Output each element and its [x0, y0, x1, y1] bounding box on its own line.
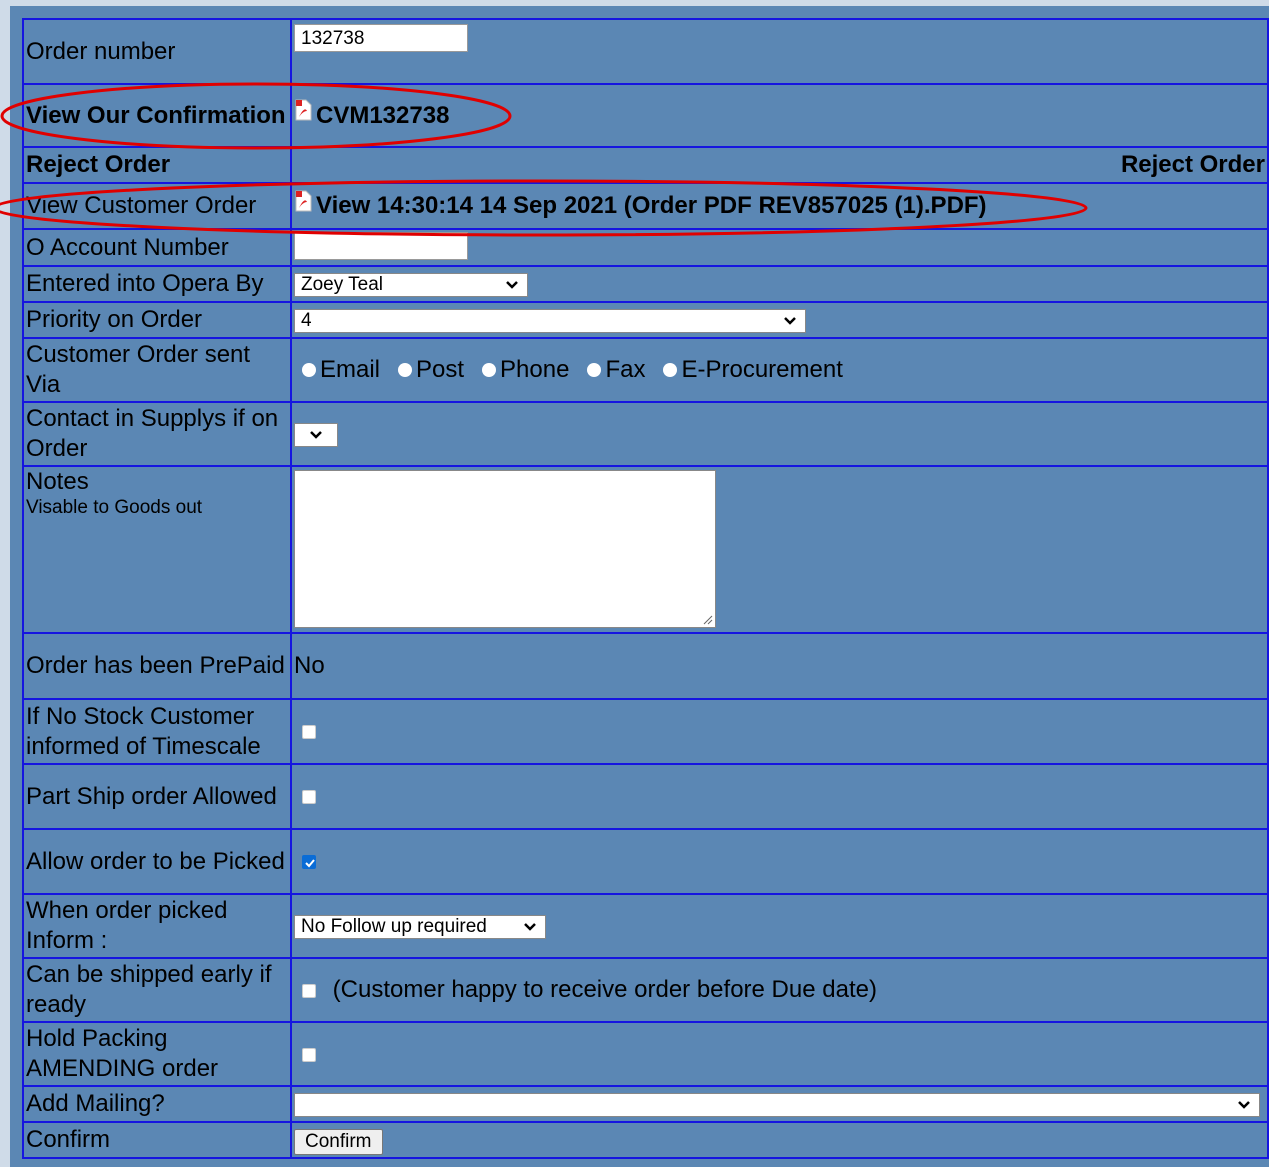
radio-phone-label: Phone [500, 356, 570, 383]
hold-packing-label: Hold Packing AMENDING order [22, 1021, 292, 1087]
radio-email-label: Email [320, 356, 381, 383]
row-o-account-number: O Account Number [22, 228, 1269, 267]
row-view-confirmation: View Our Confirmation CVM132738 [22, 83, 1269, 148]
confirm-button[interactable]: Confirm [294, 1129, 383, 1155]
priority-value: 4 [301, 309, 312, 331]
checkmark-icon [305, 859, 315, 868]
chevron-down-icon [310, 430, 322, 439]
allow-picked-label: Allow order to be Picked [22, 828, 292, 895]
row-order-number: Order number 132738 [22, 18, 1269, 85]
pdf-icon [295, 99, 312, 121]
radio-post-label: Post [416, 356, 465, 383]
row-when-picked: When order picked Inform : No Follow up … [22, 893, 1269, 959]
when-picked-value: No Follow up required [301, 915, 487, 937]
customer-order-link[interactable]: View 14:30:14 14 Sep 2021 (Order PDF REV… [294, 190, 987, 219]
radio-fax[interactable]: Fax [587, 355, 645, 385]
reject-order-link[interactable]: Reject Order [1121, 151, 1265, 178]
order-number-label: Order number [22, 18, 292, 85]
when-picked-label: When order picked Inform : [22, 893, 292, 959]
add-mailing-label: Add Mailing? [22, 1085, 292, 1123]
row-allow-picked: Allow order to be Picked [22, 828, 1269, 895]
row-hold-packing: Hold Packing AMENDING order [22, 1021, 1269, 1087]
reject-order-cell: Reject Order [290, 146, 1269, 184]
chevron-down-icon [784, 316, 796, 325]
notes-sublabel: Visable to Goods out [26, 497, 203, 518]
entered-by-label: Entered into Opera By [22, 265, 292, 303]
hold-packing-checkbox[interactable] [302, 1047, 316, 1062]
prepaid-label: Order has been PrePaid [22, 632, 292, 700]
priority-label: Priority on Order [22, 301, 292, 339]
row-notes: Notes Visable to Goods out [22, 465, 1269, 634]
row-ship-early: Can be shipped early if ready (Customer … [22, 957, 1269, 1023]
sent-via-radio-group: Email Post Phone Fax E-Procurement [294, 355, 1265, 385]
sent-via-label: Customer Order sent Via [22, 337, 292, 403]
row-entered-by: Entered into Opera By Zoey Teal [22, 265, 1269, 303]
order-form: Order number 132738 View Our Confirmatio… [22, 18, 1269, 1159]
radio-post[interactable]: Post [398, 355, 464, 385]
no-stock-informed-checkbox[interactable] [302, 725, 316, 740]
when-picked-select[interactable]: No Follow up required [294, 914, 546, 939]
radio-button[interactable] [302, 363, 316, 377]
view-customer-order-cell: View 14:30:14 14 Sep 2021 (Order PDF REV… [290, 182, 1269, 230]
radio-email[interactable]: Email [302, 355, 380, 385]
ship-early-label: Can be shipped early if ready [22, 957, 292, 1023]
view-customer-order-label: View Customer Order [22, 182, 292, 230]
entered-by-value: Zoey Teal [301, 273, 384, 295]
row-no-stock-informed: If No Stock Customer informed of Timesca… [22, 698, 1269, 765]
part-ship-checkbox[interactable] [302, 790, 316, 805]
o-account-number-input[interactable] [294, 231, 468, 260]
confirm-label: Confirm [22, 1121, 292, 1159]
radio-button[interactable] [663, 363, 678, 377]
customer-order-link-text: View 14:30:14 14 Sep 2021 (Order PDF REV… [316, 192, 987, 219]
radio-e-procurement[interactable]: E-Procurement [663, 355, 843, 385]
contact-supplys-select[interactable] [294, 422, 338, 447]
row-view-customer-order: View Customer Order View 14:30:14 14 Sep… [22, 182, 1269, 230]
contact-supplys-label: Contact in Supplys if on Order [22, 401, 292, 467]
radio-fax-label: Fax [605, 356, 646, 383]
row-part-ship: Part Ship order Allowed [22, 763, 1269, 830]
confirmation-link[interactable]: CVM132738 [294, 99, 450, 129]
row-reject-order: Reject Order Reject Order [22, 146, 1269, 184]
radio-button[interactable] [482, 363, 497, 377]
view-confirmation-cell: CVM132738 [290, 83, 1269, 148]
radio-phone[interactable]: Phone [482, 355, 569, 385]
confirmation-link-text: CVM132738 [316, 101, 450, 129]
radio-button[interactable] [398, 363, 413, 377]
row-contact-supplys: Contact in Supplys if on Order [22, 401, 1269, 467]
resize-handle-icon[interactable] [701, 613, 713, 625]
row-priority: Priority on Order 4 [22, 301, 1269, 339]
row-prepaid: Order has been PrePaid No [22, 632, 1269, 700]
entered-by-select[interactable]: Zoey Teal [294, 272, 528, 297]
chevron-down-icon [1238, 1100, 1250, 1109]
notes-label-cell: Notes Visable to Goods out [22, 465, 292, 634]
row-confirm: Confirm Confirm [22, 1121, 1269, 1159]
add-mailing-select[interactable] [294, 1092, 1260, 1117]
part-ship-label: Part Ship order Allowed [22, 763, 292, 830]
radio-button[interactable] [587, 363, 602, 377]
notes-label: Notes [26, 468, 89, 495]
ship-early-note: (Customer happy to receive order before … [332, 976, 877, 1003]
ship-early-checkbox[interactable] [302, 983, 316, 998]
no-stock-informed-label: If No Stock Customer informed of Timesca… [22, 698, 292, 765]
priority-select[interactable]: 4 [294, 308, 806, 333]
chevron-down-icon [524, 922, 536, 931]
row-add-mailing: Add Mailing? [22, 1085, 1269, 1123]
reject-order-label: Reject Order [22, 146, 292, 184]
chevron-down-icon [506, 280, 518, 289]
pdf-icon [295, 190, 312, 212]
radio-e-procurement-label: E-Procurement [681, 356, 843, 383]
view-confirmation-label: View Our Confirmation [22, 83, 292, 148]
o-account-number-label: O Account Number [22, 228, 292, 267]
allow-picked-checkbox[interactable] [302, 855, 316, 870]
order-number-input[interactable]: 132738 [294, 23, 468, 52]
notes-textarea[interactable] [294, 470, 716, 628]
prepaid-value: No [290, 632, 1269, 700]
row-sent-via: Customer Order sent Via Email Post Phone… [22, 337, 1269, 403]
